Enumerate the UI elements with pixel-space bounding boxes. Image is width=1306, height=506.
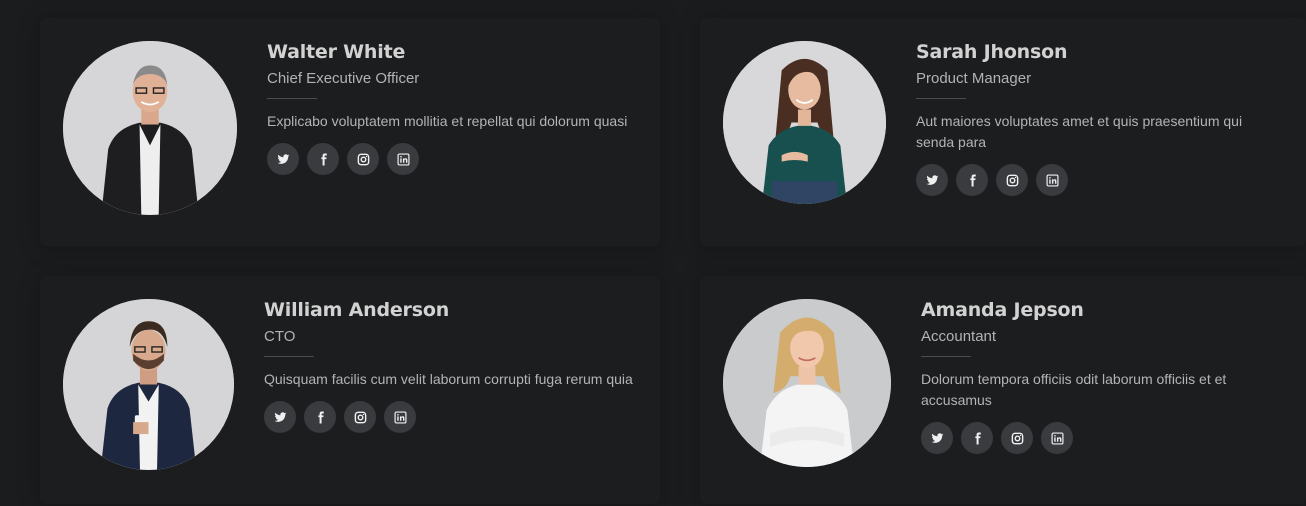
twitter-link[interactable] xyxy=(921,422,953,454)
linkedin-icon xyxy=(1045,173,1059,187)
member-description: Aut maiores voluptates amet et quis prae… xyxy=(916,113,1243,150)
social-links xyxy=(267,143,647,175)
member-description: Quisquam facilis cum velit laborum corru… xyxy=(264,371,633,387)
twitter-icon xyxy=(926,174,938,185)
member-description: Dolorum tempora officiis odit laborum of… xyxy=(921,371,1227,408)
twitter-link[interactable] xyxy=(267,143,299,175)
linkedin-icon xyxy=(396,152,410,166)
member-info: William Anderson CTO Quisquam facilis cu… xyxy=(264,298,647,433)
linkedin-icon xyxy=(393,410,407,424)
linkedin-link[interactable] xyxy=(384,401,416,433)
member-info: Walter White Chief Executive Officer Exp… xyxy=(267,40,647,175)
twitter-icon xyxy=(277,153,289,164)
facebook-link[interactable] xyxy=(307,143,339,175)
instagram-link[interactable] xyxy=(347,143,379,175)
divider xyxy=(267,98,317,99)
member-photo xyxy=(63,299,234,470)
social-links xyxy=(264,401,647,433)
instagram-link[interactable] xyxy=(996,164,1028,196)
instagram-icon xyxy=(357,153,369,165)
member-name: Amanda Jepson xyxy=(921,299,1084,321)
linkedin-link[interactable] xyxy=(1041,422,1073,454)
instagram-link[interactable] xyxy=(344,401,376,433)
twitter-icon xyxy=(931,432,943,443)
twitter-icon xyxy=(274,411,286,422)
twitter-link[interactable] xyxy=(264,401,296,433)
member-role: CTO xyxy=(264,328,296,345)
member-name: Walter White xyxy=(267,41,406,63)
facebook-link[interactable] xyxy=(956,164,988,196)
member-role: Product Manager xyxy=(916,70,1032,87)
member-description: Explicabo voluptatem mollitia et repella… xyxy=(267,113,628,129)
instagram-icon xyxy=(354,411,366,423)
member-info: Sarah Jhonson Product Manager Aut maiore… xyxy=(916,40,1276,196)
divider xyxy=(921,356,971,357)
member-name: Sarah Jhonson xyxy=(916,41,1068,63)
instagram-icon xyxy=(1011,432,1023,444)
member-info: Amanda Jepson Accountant Dolorum tempora… xyxy=(921,298,1281,454)
instagram-link[interactable] xyxy=(1001,422,1033,454)
social-links xyxy=(916,164,1276,196)
member-name: William Anderson xyxy=(264,299,450,321)
facebook-link[interactable] xyxy=(961,422,993,454)
member-photo xyxy=(723,299,891,467)
instagram-icon xyxy=(1006,174,1018,186)
social-links xyxy=(921,422,1281,454)
facebook-icon xyxy=(969,174,976,186)
facebook-icon xyxy=(317,411,324,423)
facebook-icon xyxy=(974,432,981,444)
linkedin-icon xyxy=(1050,431,1064,445)
divider xyxy=(916,98,966,99)
twitter-link[interactable] xyxy=(916,164,948,196)
facebook-link[interactable] xyxy=(304,401,336,433)
member-photo xyxy=(723,41,886,204)
linkedin-link[interactable] xyxy=(1036,164,1068,196)
member-role: Chief Executive Officer xyxy=(267,70,420,87)
member-role: Accountant xyxy=(921,328,997,345)
member-photo xyxy=(63,41,237,215)
facebook-icon xyxy=(320,153,327,165)
divider xyxy=(264,356,314,357)
linkedin-link[interactable] xyxy=(387,143,419,175)
